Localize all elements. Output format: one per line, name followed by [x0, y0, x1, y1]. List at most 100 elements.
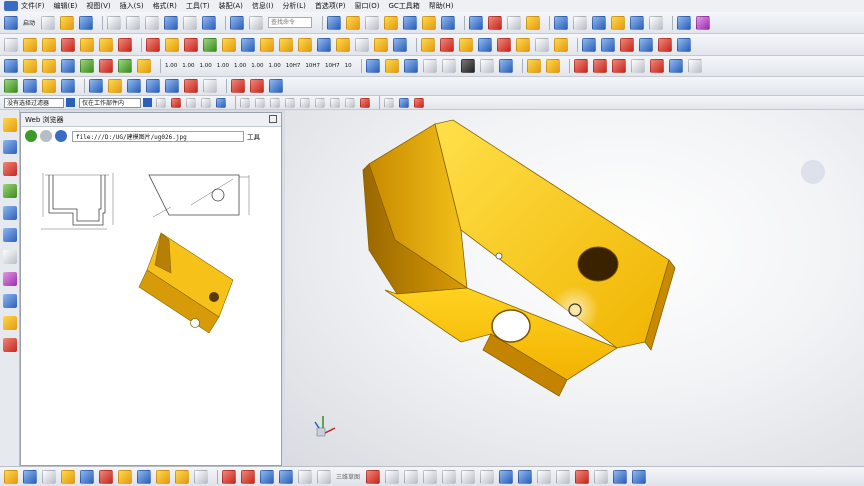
surface-finish-icon[interactable] — [441, 59, 456, 73]
angle-icon[interactable] — [61, 79, 75, 93]
selection-scope-select[interactable]: 仅在工作部件内 — [79, 97, 141, 108]
dimension-style-1[interactable]: 1.00 — [165, 63, 177, 69]
unfold-icon[interactable] — [526, 59, 541, 73]
circle-icon[interactable] — [404, 469, 419, 484]
detail-view-icon[interactable] — [99, 469, 113, 484]
datum-plane-icon[interactable] — [4, 59, 18, 73]
perspective-icon[interactable] — [422, 15, 437, 30]
trim-body-icon[interactable] — [203, 37, 217, 52]
arc-center-snap-icon[interactable] — [300, 97, 310, 108]
menu-edit[interactable]: 编辑(E) — [54, 1, 78, 11]
window-icon[interactable] — [249, 15, 264, 30]
shell-icon[interactable] — [279, 37, 293, 52]
menu-tools[interactable]: 工具(T) — [186, 1, 210, 11]
break-view-icon[interactable] — [118, 469, 132, 484]
ellipse-icon[interactable] — [461, 469, 476, 484]
dimension-style-4[interactable]: 1.00 — [217, 63, 229, 69]
body-select-icon[interactable] — [216, 97, 226, 108]
projected-view-icon[interactable] — [61, 469, 75, 484]
pattern-curve-icon[interactable] — [613, 469, 628, 484]
roles-icon[interactable] — [2, 338, 17, 352]
layer-select-icon[interactable] — [399, 97, 409, 108]
control-point-snap-icon[interactable] — [270, 97, 280, 108]
touch-mode-icon[interactable] — [230, 15, 245, 30]
refold-icon[interactable] — [545, 59, 560, 73]
align-view-icon[interactable] — [156, 469, 170, 484]
block-icon[interactable] — [421, 37, 435, 52]
clock-icon[interactable] — [2, 250, 17, 264]
view-boundary-icon[interactable] — [175, 469, 189, 484]
sheet-icon[interactable] — [479, 59, 494, 73]
chamfer-icon[interactable] — [260, 37, 274, 52]
filter-icon[interactable] — [171, 97, 181, 108]
slash-icon[interactable] — [250, 79, 264, 93]
spline-icon[interactable] — [611, 59, 626, 73]
new-file-icon[interactable] — [41, 15, 56, 30]
measure-icon[interactable] — [526, 15, 541, 30]
distance-icon[interactable] — [42, 79, 56, 93]
note-icon[interactable] — [365, 59, 380, 73]
menu-view[interactable]: 视图(V) — [86, 1, 110, 11]
split-body-icon[interactable] — [222, 37, 236, 52]
refresh-icon[interactable] — [441, 15, 456, 30]
background-icon[interactable] — [630, 15, 645, 30]
chevron-down-icon[interactable] — [143, 98, 152, 107]
fit-tolerance-3[interactable]: 10H7 — [325, 63, 340, 69]
sew-icon[interactable] — [393, 37, 407, 52]
show-hide-icon[interactable] — [677, 15, 692, 30]
base-view-icon[interactable] — [42, 469, 56, 484]
point-on-curve-snap-icon[interactable] — [345, 97, 355, 108]
thicken-icon[interactable] — [374, 37, 388, 52]
fit-view-icon[interactable] — [346, 15, 361, 30]
menu-preferences[interactable]: 首选项(P) — [315, 1, 346, 11]
contour-flange-icon[interactable] — [99, 59, 113, 73]
polygon-icon[interactable] — [442, 469, 457, 484]
tolerance-10h7-icon[interactable] — [498, 59, 513, 73]
hole-icon[interactable] — [61, 37, 75, 52]
system-materials-icon[interactable] — [2, 272, 17, 286]
copy-icon[interactable] — [126, 15, 141, 30]
3d-sketch-label[interactable]: 三维草图 — [336, 472, 360, 481]
pad-icon[interactable] — [118, 37, 132, 52]
sketch-profile-icon[interactable] — [241, 469, 255, 484]
menu-information[interactable]: 信息(I) — [252, 1, 274, 11]
rib-icon[interactable] — [535, 37, 549, 52]
feature-control-frame-icon[interactable] — [384, 59, 399, 73]
fit-tolerance-4[interactable]: 10 — [345, 63, 352, 69]
surface-continuity-icon[interactable] — [203, 79, 217, 93]
sync-offset-icon[interactable] — [620, 37, 634, 52]
assembly-navigator-icon[interactable] — [2, 118, 17, 132]
bend-icon[interactable] — [137, 59, 151, 73]
slot-icon[interactable] — [516, 37, 530, 52]
auto-constrain-icon[interactable] — [518, 469, 533, 484]
menu-help[interactable]: 帮助(H) — [429, 1, 454, 11]
refresh-icon[interactable] — [55, 130, 67, 142]
sketch-icon[interactable] — [4, 37, 18, 52]
snap-view-icon[interactable] — [327, 15, 342, 30]
shaded-cube-icon[interactable] — [592, 15, 607, 30]
layer-icon[interactable] — [649, 15, 664, 30]
curvature-icon[interactable] — [127, 79, 141, 93]
save-icon[interactable] — [79, 15, 94, 30]
table-icon[interactable] — [460, 59, 475, 73]
manufacturing-wizard-icon[interactable] — [2, 316, 17, 330]
existing-point-snap-icon[interactable] — [330, 97, 340, 108]
check-icon[interactable] — [4, 79, 18, 93]
fit-tolerance-1[interactable]: 10H7 — [286, 63, 301, 69]
extend-icon[interactable] — [556, 469, 571, 484]
url-input[interactable]: file:///D:/UG/建模图片/ug026.jpg — [72, 130, 244, 142]
paste-icon[interactable] — [145, 15, 160, 30]
deviation-icon[interactable] — [108, 79, 122, 93]
fit-tolerance-2[interactable]: 10H7 — [305, 63, 320, 69]
chevron-down-icon[interactable] — [66, 98, 75, 107]
view-orientation-icon[interactable] — [554, 15, 569, 30]
intersection-snap-icon[interactable] — [285, 97, 295, 108]
offset-curve-icon[interactable] — [630, 59, 645, 73]
menu-analysis[interactable]: 分析(L) — [282, 1, 305, 11]
list-icon[interactable] — [384, 97, 394, 108]
start-label[interactable]: 启动 — [23, 18, 35, 27]
command-search-input[interactable] — [268, 17, 313, 28]
midpoint-snap-icon[interactable] — [255, 97, 265, 108]
intersect-icon[interactable] — [184, 37, 198, 52]
section-view-icon[interactable] — [573, 15, 588, 30]
